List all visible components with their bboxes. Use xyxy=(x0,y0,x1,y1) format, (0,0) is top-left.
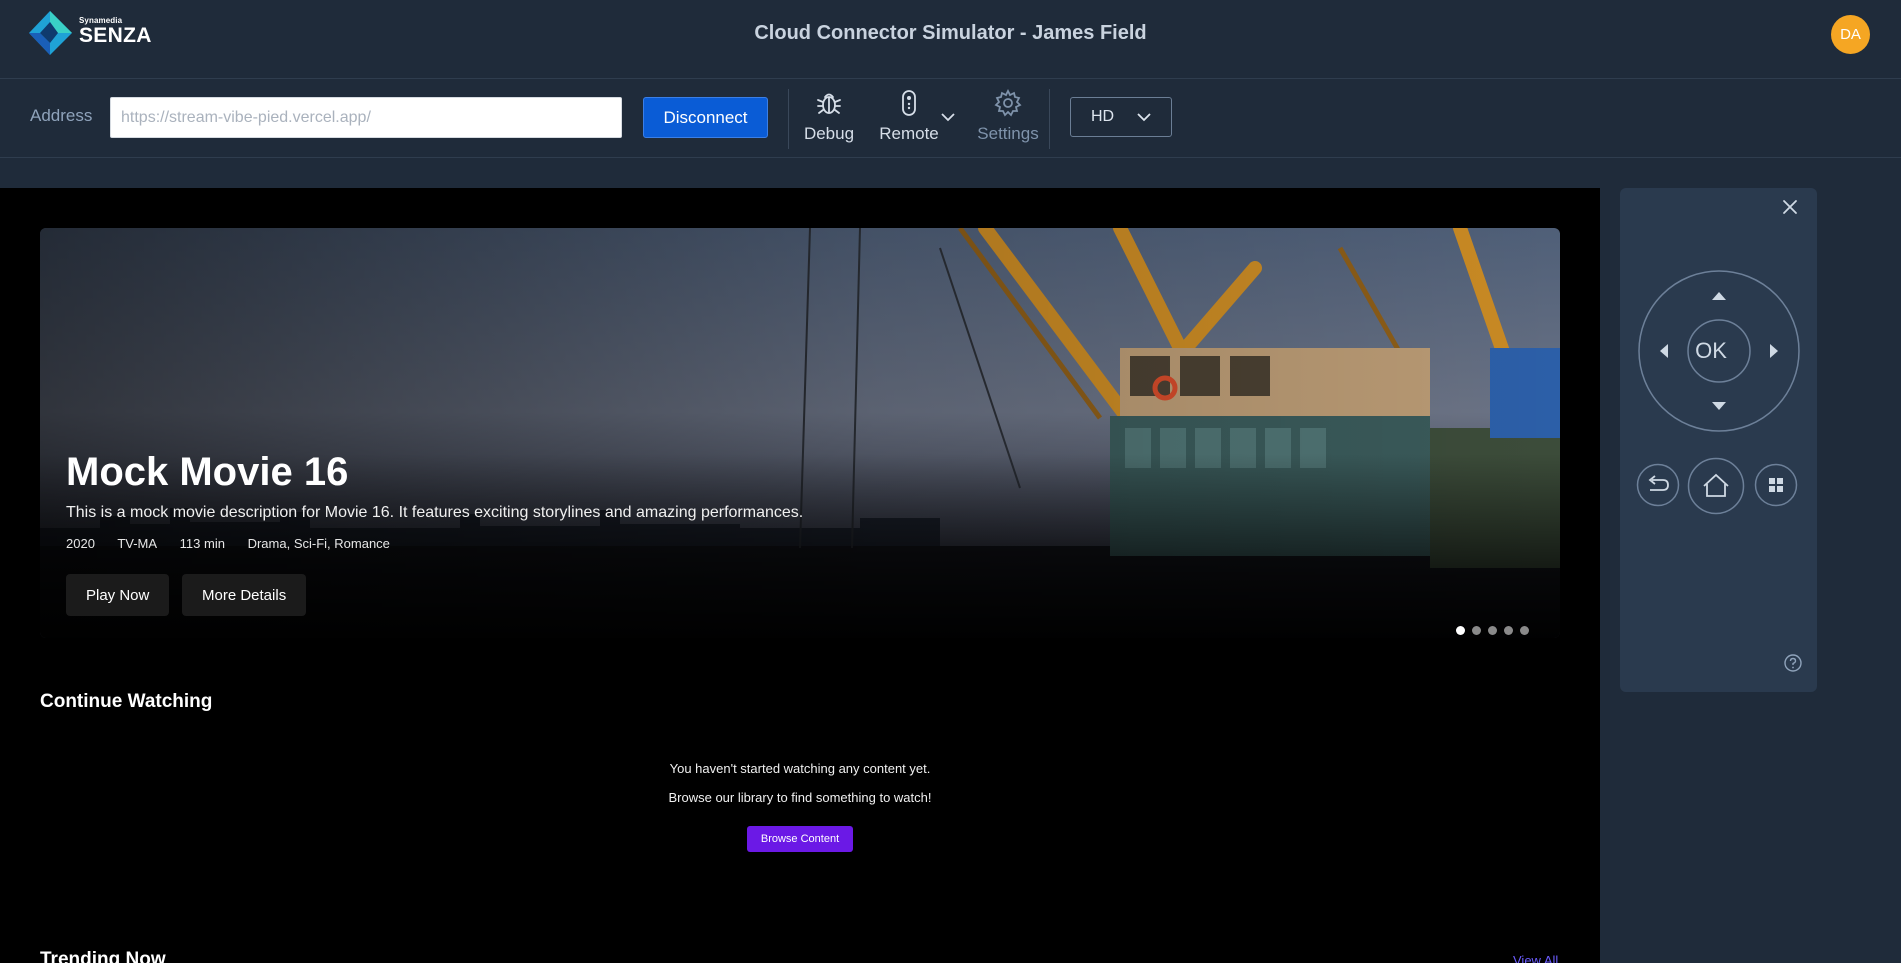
settings-label: Settings xyxy=(977,124,1039,143)
chevron-down-icon[interactable] xyxy=(940,111,956,123)
resolution-select[interactable]: HD xyxy=(1070,97,1172,137)
bug-icon xyxy=(817,93,841,114)
back-button[interactable] xyxy=(1636,463,1680,507)
continue-watching-title: Continue Watching xyxy=(40,691,213,712)
page-title: Cloud Connector Simulator - James Field xyxy=(754,22,1147,44)
remote-control-panel: OK xyxy=(1620,188,1817,692)
dpad-down-icon[interactable] xyxy=(1712,402,1726,410)
settings-button[interactable]: Settings xyxy=(976,88,1040,144)
view-all-link[interactable]: View All xyxy=(1513,953,1558,963)
home-icon xyxy=(1703,473,1729,497)
remote-label: Remote xyxy=(879,124,939,143)
remote-control-icon xyxy=(902,90,916,116)
trending-now-title: Trending Now xyxy=(40,949,166,963)
empty-message-line2: Browse our library to find something to … xyxy=(668,790,932,805)
dpad-left-icon[interactable] xyxy=(1660,344,1668,358)
gear-icon xyxy=(994,88,1022,117)
menu-button[interactable] xyxy=(1754,463,1798,507)
ok-button[interactable]: OK xyxy=(1680,338,1742,364)
hero-year: 2020 xyxy=(66,536,95,551)
grid-icon xyxy=(1769,478,1783,492)
close-icon[interactable] xyxy=(1780,197,1800,217)
debug-label: Debug xyxy=(803,124,855,143)
address-input[interactable] xyxy=(110,97,622,138)
hero-genres: Drama, Sci-Fi, Romance xyxy=(247,536,390,551)
dpad-right-icon[interactable] xyxy=(1770,344,1778,358)
hero-rating: TV-MA xyxy=(117,536,158,551)
toolbar: Address Disconnect Debug Remo xyxy=(0,79,1901,158)
hero-title: Mock Movie 16 xyxy=(66,450,349,494)
hero-metadata: 2020 TV-MA 113 min Drama, Sci-Fi, Romanc… xyxy=(66,536,409,551)
carousel-dot[interactable] xyxy=(1472,626,1481,635)
more-details-button[interactable]: More Details xyxy=(182,574,307,616)
disconnect-button[interactable]: Disconnect xyxy=(643,97,768,138)
toolbar-divider xyxy=(1049,89,1050,149)
top-bar: Synamedia SENZA Cloud Connector Simulato… xyxy=(0,0,1901,79)
carousel-dot[interactable] xyxy=(1456,626,1465,635)
toolbar-divider xyxy=(788,89,789,149)
dpad-up-icon[interactable] xyxy=(1712,292,1726,300)
play-now-button[interactable]: Play Now xyxy=(66,574,170,616)
hero-banner[interactable]: Mock Movie 16 This is a mock movie descr… xyxy=(40,228,1560,638)
home-button[interactable] xyxy=(1687,457,1745,515)
browse-content-button[interactable]: Browse Content xyxy=(747,826,853,852)
carousel-dot[interactable] xyxy=(1488,626,1497,635)
hero-description: This is a mock movie description for Mov… xyxy=(66,504,804,521)
carousel-indicators xyxy=(1456,622,1536,635)
address-label: Address xyxy=(30,106,93,125)
help-icon[interactable] xyxy=(1783,653,1803,673)
carousel-dot[interactable] xyxy=(1520,626,1529,635)
empty-message-line1: You haven't started watching any content… xyxy=(669,761,931,776)
carousel-dot[interactable] xyxy=(1504,626,1513,635)
resolution-value: HD xyxy=(1091,108,1115,125)
user-avatar[interactable]: DA xyxy=(1831,15,1870,54)
debug-button[interactable]: Debug xyxy=(803,89,855,144)
chevron-down-icon xyxy=(1137,113,1151,122)
hero-duration: 113 min xyxy=(179,536,225,551)
app-viewport: Mock Movie 16 This is a mock movie descr… xyxy=(0,188,1600,963)
remote-button[interactable]: Remote xyxy=(877,89,941,144)
